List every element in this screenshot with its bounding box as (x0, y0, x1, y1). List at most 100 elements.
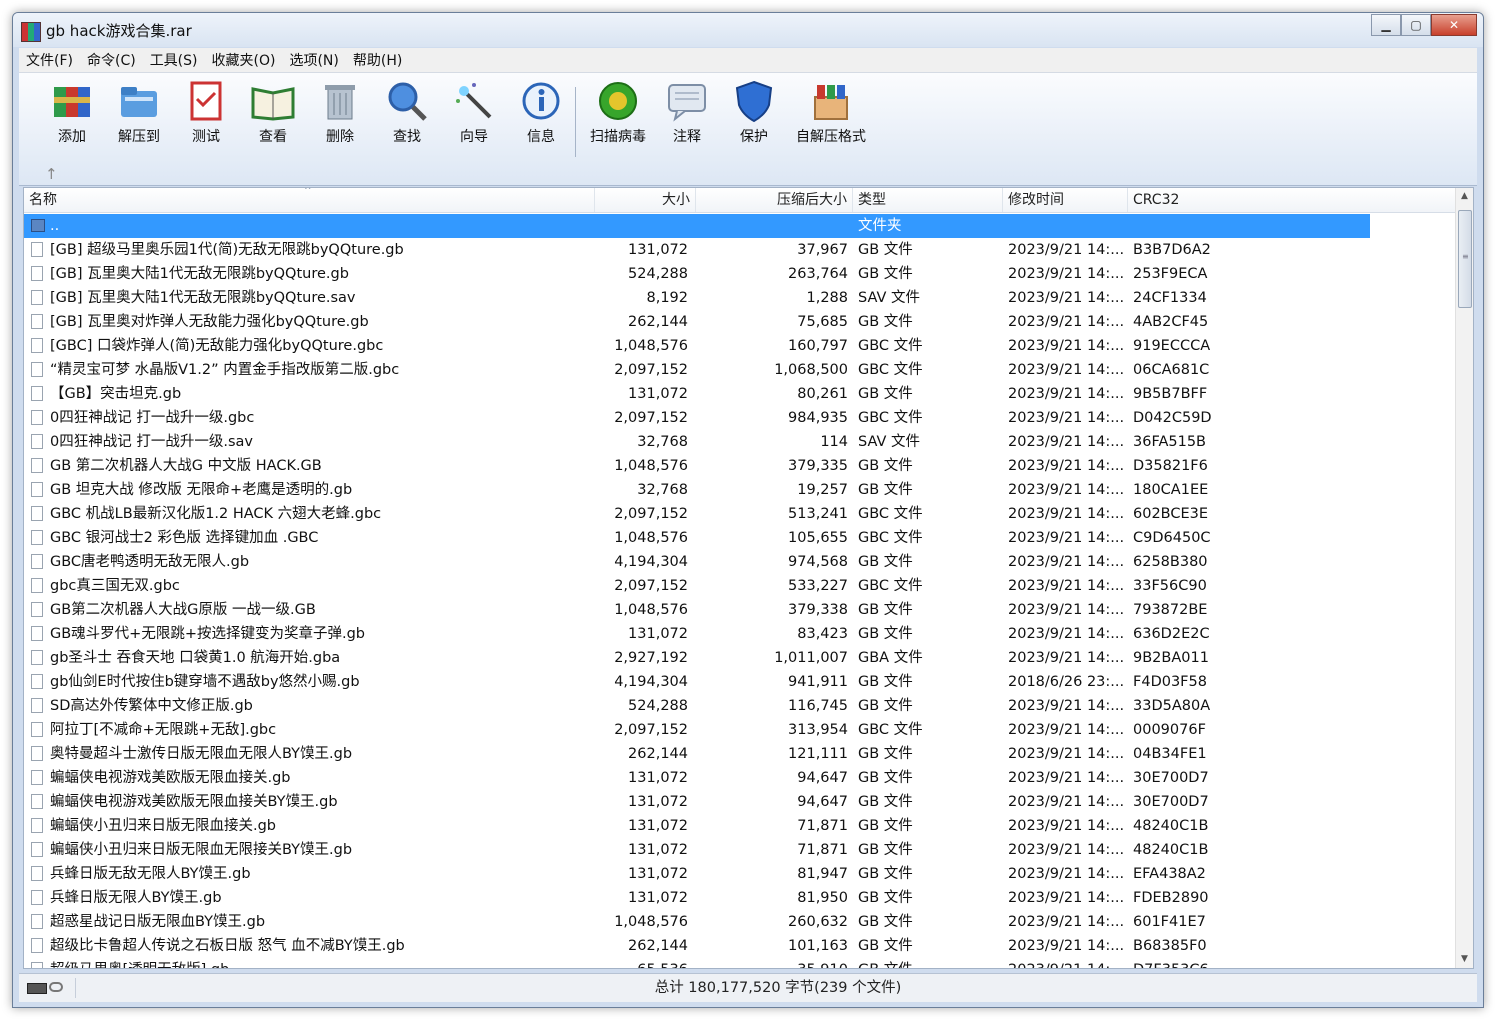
column-packed-size[interactable]: 压缩后大小 (696, 188, 853, 212)
file-row[interactable]: [GBC] 口袋炸弹人(简)无敌能力强化byQQture.gbc 1,048,57… (24, 334, 1370, 358)
file-row[interactable]: GB魂斗罗代+无限跳+按选择键变为奖章子弹.gb 131,072 83,423 GB … (24, 622, 1370, 646)
vertical-scrollbar[interactable]: ▲ ≡ ▼ (1455, 188, 1473, 968)
scrollbar-thumb[interactable]: ≡ (1458, 210, 1472, 308)
sfx-button[interactable]: 自解压格式 (787, 79, 875, 146)
file-packed-size: 71,871 (797, 818, 848, 834)
file-name: [GBC] 口袋炸弹人(简)无敌能力强化byQQture.gbc (50, 338, 384, 354)
file-modified: 2023/9/21 14:... (1008, 410, 1125, 426)
scroll-down-icon[interactable]: ▼ (1456, 951, 1473, 968)
file-type: GB 文件 (858, 794, 913, 810)
find-label: 查找 (393, 129, 421, 145)
file-modified: 2023/9/21 14:... (1008, 626, 1125, 642)
file-modified: 2023/9/21 14:... (1008, 434, 1125, 450)
file-packed-size: 513,241 (788, 506, 848, 522)
file-type: GBC 文件 (858, 578, 923, 594)
scan-virus-button[interactable]: 扫描病毒 (583, 79, 653, 146)
file-row[interactable]: GBC 银河战士2 彩色版 选择键加血 .GBC 1,048,576 105,655… (24, 526, 1370, 550)
menu-commands[interactable]: 命令(C) (80, 50, 143, 70)
menu-tools[interactable]: 工具(S) (143, 50, 205, 70)
column-size[interactable]: 大小 (595, 188, 696, 212)
extract-to-button[interactable]: 解压到 (106, 79, 172, 146)
file-icon (31, 338, 43, 353)
file-row[interactable]: 蝙蝠侠小丑归来日版无限血接关.gb 131,072 71,871 GB 文件 2023/… (24, 814, 1370, 838)
comment-label: 注释 (673, 129, 701, 145)
wizard-button[interactable]: 向导 (441, 79, 507, 146)
file-row[interactable]: GBC唐老鸭透明无敌无限人.gb 4,194,304 974,568 GB 文件 202… (24, 550, 1370, 574)
file-size: 524,288 (628, 266, 688, 282)
close-button[interactable]: ✕ (1431, 14, 1477, 36)
file-icon (31, 890, 43, 905)
file-row[interactable]: 蝙蝠侠电视游戏美欧版无限血接关BY馍王.gb 131,072 94,647 GB 文件… (24, 790, 1370, 814)
file-type: GB 文件 (858, 914, 913, 930)
file-name: GB第二次机器人大战G原版 一战一级.GB (50, 602, 316, 618)
file-modified: 2023/9/21 14:... (1008, 722, 1125, 738)
file-row[interactable]: GB 第二次机器人大战G 中文版 HACK.GB 1,048,576 379,335… (24, 454, 1370, 478)
file-modified: 2023/9/21 14:... (1008, 602, 1125, 618)
maximize-button[interactable]: ▢ (1401, 14, 1431, 36)
add-label: 添加 (58, 129, 86, 145)
file-row[interactable]: 蝙蝠侠小丑归来日版无限血无限接关BY馍王.gb 131,072 71,871 GB 文… (24, 838, 1370, 862)
file-packed-size: 81,947 (797, 866, 848, 882)
test-button[interactable]: 测试 (173, 79, 239, 146)
file-size: 131,072 (628, 242, 688, 258)
file-name: 兵蜂日版无限人BY馍王.gb (50, 890, 222, 906)
file-row[interactable]: [GB] 瓦里奥大陆1代无敌无限跳byQQture.sav 8,192 1,288 S… (24, 286, 1370, 310)
drive-icon[interactable] (27, 983, 47, 994)
file-row[interactable]: gbc真三国无双.gbc 2,097,152 533,227 GBC 文件 2023/9… (24, 574, 1370, 598)
file-row[interactable]: gb仙剑E时代按住b键穿墙不遇敌by悠然小赐.gb 4,194,304 941,91… (24, 670, 1370, 694)
file-packed-size: 121,111 (788, 746, 848, 762)
column-crc32[interactable]: CRC32 (1128, 188, 1456, 212)
extract-label: 解压到 (118, 129, 160, 145)
file-row[interactable]: 0四狂神战记 打一战升一级.sav 32,768 114 SAV 文件 2023/9/2… (24, 430, 1370, 454)
up-folder-icon[interactable]: ↑ (45, 165, 58, 183)
file-row[interactable]: 蝙蝠侠电视游戏美欧版无限血接关.gb 131,072 94,647 GB 文件 2023… (24, 766, 1370, 790)
file-crc32: 33D5A80A (1133, 698, 1211, 714)
file-row[interactable]: 0四狂神战记 打一战升一级.gbc 2,097,152 984,935 GBC 文件 2… (24, 406, 1370, 430)
file-row[interactable]: [GB] 超级马里奥乐园1代(简)无敌无限跳byQQture.gb 131,072… (24, 238, 1370, 262)
comment-button[interactable]: 注释 (654, 79, 720, 146)
file-row[interactable]: “精灵宝可梦 水晶版V1.2” 内置金手指改版第二版.gbc 2,097,152 1… (24, 358, 1370, 382)
file-row[interactable]: [GB] 瓦里奥大陆1代无敌无限跳byQQture.gb 524,288 263,7… (24, 262, 1370, 286)
file-row[interactable]: 阿拉丁[不减命+无限跳+无敌].gbc 2,097,152 313,954 GBC 文… (24, 718, 1370, 742)
column-type[interactable]: 类型 (853, 188, 1003, 212)
menu-options[interactable]: 选项(N) (282, 50, 345, 70)
file-name: 兵蜂日版无敌无限人BY馍王.gb (50, 866, 251, 882)
scroll-up-icon[interactable]: ▲ (1456, 188, 1473, 205)
file-name: [GB] 瓦里奥大陆1代无敌无限跳byQQture.sav (50, 290, 356, 306)
file-size: 4,194,304 (614, 554, 688, 570)
find-button[interactable]: 查找 (374, 79, 440, 146)
title-bar: gb hack游戏合集.rar ▁ ▢ ✕ (13, 13, 1483, 47)
menu-favorites[interactable]: 收藏夹(O) (205, 50, 283, 70)
file-row[interactable]: 兵蜂日版无限人BY馍王.gb 131,072 81,950 GB 文件 2023/9/2… (24, 886, 1370, 910)
info-button[interactable]: 信息 (508, 79, 574, 146)
file-row[interactable]: 超级比卡鲁超人传说之石板日版 怒气 血不减BY馍王.gb 262,144 101,1… (24, 934, 1370, 958)
file-row[interactable]: GBC 机战LB最新汉化版1.2 HACK 六翅大老蜂.gbc 2,097,152… (24, 502, 1370, 526)
file-row[interactable]: SD高达外传繁体中文修正版.gb 524,288 116,745 GB 文件 2023/… (24, 694, 1370, 718)
file-row[interactable]: 超惑星战记日版无限血BY馍王.gb 1,048,576 260,632 GB 文件 20… (24, 910, 1370, 934)
file-modified: 2023/9/21 14:... (1008, 914, 1125, 930)
file-row[interactable]: [GB] 瓦里奥对炸弹人无敌能力强化byQQture.gb 262,144 75,6… (24, 310, 1370, 334)
key-icon[interactable] (49, 982, 63, 992)
file-crc32: 253F9ECA (1133, 266, 1208, 282)
column-modified[interactable]: 修改时间 (1003, 188, 1128, 212)
file-type: GB 文件 (858, 458, 913, 474)
file-row[interactable]: 超级马里奥[透明无敌版].gb65,536 35,910 GB 文件 2023/9/2… (24, 958, 1370, 968)
file-packed-size: 71,871 (797, 842, 848, 858)
file-row[interactable]: GB第二次机器人大战G原版 一战一级.GB 1,048,576 379,338 GB … (24, 598, 1370, 622)
add-button[interactable]: 添加 (39, 79, 105, 146)
menu-file[interactable]: 文件(F) (19, 50, 80, 70)
minimize-button[interactable]: ▁ (1371, 14, 1401, 36)
file-row[interactable]: 奥特曼超斗士激传日版无限血无限人BY馍王.gb 262,144 121,111 GB … (24, 742, 1370, 766)
file-row[interactable]: 兵蜂日版无敌无限人BY馍王.gb 131,072 81,947 GB 文件 2023/9… (24, 862, 1370, 886)
file-row[interactable]: GB 坦克大战 修改版 无限命+老鹰是透明的.gb 32,768 19,257 GB … (24, 478, 1370, 502)
file-icon (31, 386, 43, 401)
protect-button[interactable]: 保护 (721, 79, 787, 146)
view-button[interactable]: 查看 (240, 79, 306, 146)
file-size: 131,072 (628, 770, 688, 786)
file-crc32: 48240C1B (1133, 842, 1209, 858)
file-row[interactable]: 【GB】突击坦克.gb 131,072 80,261 GB 文件 2023/9/21 1… (24, 382, 1370, 406)
file-row[interactable]: gb圣斗士 吞食天地 口袋黄1.0 航海开始.gba 2,927,192 1,011… (24, 646, 1370, 670)
menu-help[interactable]: 帮助(H) (346, 50, 409, 70)
delete-button[interactable]: 删除 (307, 79, 373, 146)
parent-folder-row[interactable]: .. 文件夹 (24, 214, 1370, 238)
